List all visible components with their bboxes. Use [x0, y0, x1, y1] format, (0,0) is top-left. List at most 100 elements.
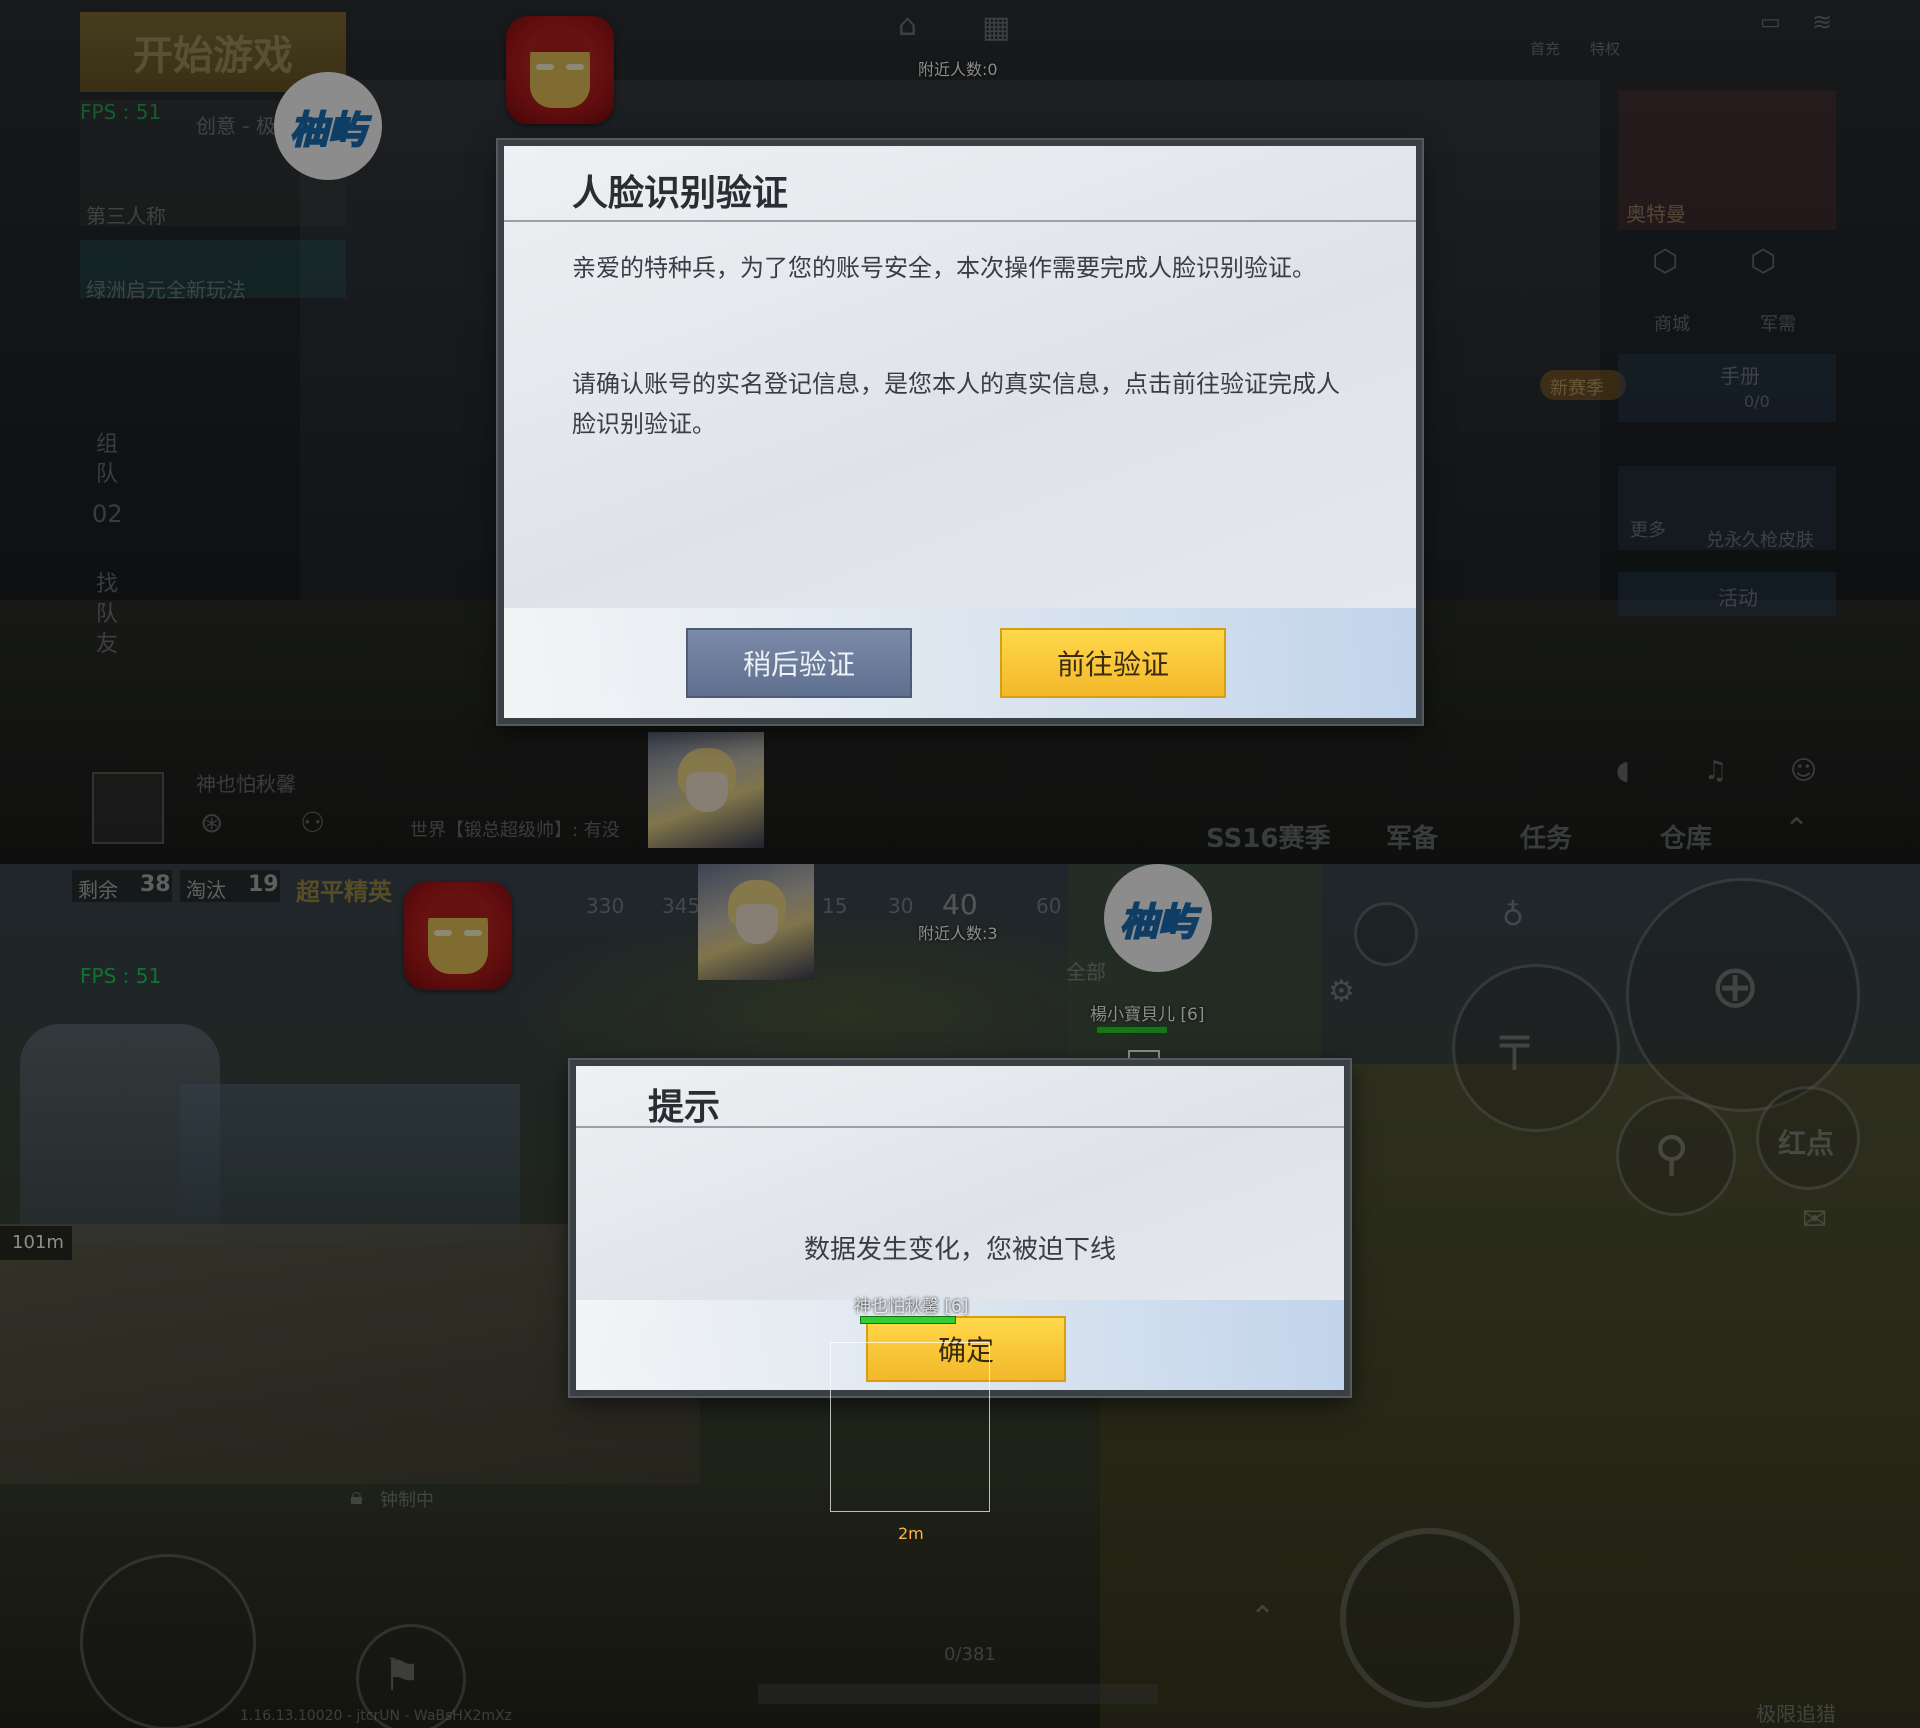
self-nametag: 神也怕秋馨 [6] [854, 1297, 969, 1317]
expand-up-icon-match[interactable]: ⌃ [1250, 1600, 1275, 1635]
aim-joystick[interactable] [1340, 1528, 1520, 1708]
map-pin-icon: ⚲ [1654, 1126, 1690, 1182]
teammate-health-bar [1096, 1026, 1168, 1034]
nearby-count: 附近人数:0 [918, 60, 998, 79]
movement-joystick[interactable] [80, 1554, 256, 1728]
skin-label: 兑永久枪皮肤 [1706, 530, 1814, 551]
military-supply-label[interactable]: 军需 [1760, 310, 1796, 336]
settings-gear-icon[interactable]: ⚙ [1328, 974, 1355, 1009]
social-icon[interactable]: ⊛ [200, 806, 223, 839]
military-supply-icon[interactable]: ⬡ [1750, 244, 1776, 279]
ironman-eye-left-match [434, 930, 452, 936]
compass-30: 30 [888, 894, 914, 918]
nav-season[interactable]: SS16赛季 [1206, 818, 1330, 855]
player-avatar[interactable] [92, 772, 164, 844]
title-divider [504, 220, 1416, 222]
ping-label: 极限追猎 [1756, 1702, 1836, 1726]
self-distance: 2m [898, 1524, 924, 1543]
locked-label: 钟制中 [380, 1490, 434, 1511]
left-distance: 101m [12, 1232, 64, 1253]
battery-icon: ▭ [1760, 10, 1781, 35]
headset-icon[interactable]: ☺ [1790, 756, 1817, 786]
dialog-paragraph-2: 请确认账号的实名登记信息，是您本人的真实信息，点击前往验证完成人脸识别验证。 [572, 370, 1340, 438]
shop-label[interactable]: 商城 [1654, 310, 1690, 336]
ironman-eye-left [536, 64, 554, 70]
rifle-icon: ╤ [1500, 1014, 1529, 1070]
anime-character-image-match [698, 864, 814, 980]
match-screen: 剩余 38 淘汰 19 超平精英 FPS : 51 330 345 15 30 … [0, 864, 1920, 1728]
team-label[interactable]: 组队 [96, 430, 120, 490]
nav-armory[interactable]: 军备 [1386, 818, 1438, 855]
face-verification-dialog: 人脸识别验证 亲爱的特种兵，为了您的账号安全，本次操作需要完成人脸识别验证。 请… [498, 140, 1422, 724]
nav-warehouse[interactable]: 仓库 [1660, 818, 1712, 855]
shop-icon[interactable]: ⬡ [1652, 244, 1678, 279]
home-icon[interactable]: ⌂ [898, 8, 917, 43]
event-label: 绿洲启元全新玩法 [86, 278, 246, 302]
compass-330: 330 [586, 894, 625, 918]
ammo-bar [758, 1684, 1158, 1704]
emote-button[interactable] [1354, 902, 1418, 966]
nav-missions[interactable]: 任务 [1520, 818, 1572, 855]
anime-face [686, 772, 728, 812]
nearby-count-match: 附近人数:3 [918, 924, 998, 943]
speaker-icon[interactable]: ◖ [1616, 756, 1630, 786]
wifi-icon: ≋ [1812, 8, 1833, 36]
compass-345: 345 [662, 894, 701, 918]
perspective-label: 第三人称 [86, 204, 166, 228]
expand-up-icon[interactable]: ⌃ [1784, 812, 1809, 847]
ammo-count: 0/381 [944, 1644, 996, 1665]
teammate-nametag: 楊小寶貝儿 [6] [1090, 1005, 1205, 1025]
remaining-label: 剩余 [78, 878, 118, 902]
team-code: 02 [92, 500, 123, 528]
grenade-icon[interactable]: ♁ [1502, 898, 1524, 933]
ironman-app-icon[interactable] [506, 16, 614, 124]
go-verify-button[interactable]: 前往验证 [1000, 628, 1226, 698]
eliminated-label: 淘汰 [186, 878, 226, 902]
top-nav-privilege[interactable]: 特权 [1590, 38, 1620, 59]
channel-badge-text: 柚屿 [289, 107, 367, 153]
activity-label: 活动 [1718, 586, 1758, 610]
find-team-label[interactable]: 找队友 [96, 570, 120, 660]
microphone-icon[interactable]: ♫ [1704, 756, 1727, 786]
channel-badge-match: 柚屿 [1104, 864, 1212, 972]
weapon-switch-button[interactable] [1452, 964, 1620, 1132]
dialog-title: 人脸识别验证 [572, 173, 789, 214]
dialog-footer [504, 608, 1416, 718]
remaining-count: 38 [140, 872, 171, 897]
manual-count: 0/0 [1744, 392, 1770, 411]
lobby-screen: 开始游戏 FPS : 51 创意 - 极 第三人称 绿洲启元全新玩法 柚屿 附近… [0, 0, 1920, 864]
version-text: 1.16.13.10020 - jtcrUN - WaBsHX2mXz [240, 1708, 512, 1724]
lock-icon: 🔒︎ [350, 1482, 363, 1510]
notice-dialog-title: 提示 [648, 1087, 721, 1128]
world-chat-text[interactable]: 世界【锻总超级帅】: 有没 [410, 816, 620, 842]
ironman-eye-right [566, 64, 584, 70]
sprint-icon: ⚑ [382, 1650, 422, 1701]
dialog-paragraph-1: 亲爱的特种兵，为了您的账号安全，本次操作需要完成人脸识别验证。 [572, 254, 1316, 282]
anime-face-match [736, 904, 778, 944]
ultraman-label: 奥特曼 [1626, 202, 1686, 226]
top-nav-first-recharge[interactable]: 首充 [1530, 38, 1560, 59]
chat-bubble-icon[interactable]: ✉ [1802, 1202, 1827, 1237]
more-label[interactable]: 更多 [1630, 516, 1666, 542]
notice-title-divider [576, 1126, 1344, 1128]
compass-heading: 40 [942, 888, 978, 921]
channel-badge-text-match: 柚屿 [1119, 899, 1197, 945]
ironman-app-icon-match[interactable] [404, 882, 512, 990]
mode-banner: 超平精英 [296, 878, 392, 906]
crosshair-icon: ⊕ [1710, 952, 1761, 1022]
mode-label: 创意 - 极 [196, 114, 276, 138]
verify-later-button[interactable]: 稍后验证 [686, 628, 912, 698]
red-dot-label: 红点 [1778, 1127, 1835, 1160]
minimap-all-label[interactable]: 全部 [1066, 956, 1106, 985]
calendar-icon[interactable]: ▦ [982, 10, 1010, 45]
friends-icon[interactable]: ⚇ [300, 806, 325, 839]
fps-counter-match: FPS : 51 [80, 964, 162, 988]
ironman-eye-right-match [464, 930, 482, 936]
player-name: 神也怕秋馨 [196, 772, 296, 796]
eliminated-count: 19 [248, 872, 279, 897]
self-marker-box [830, 1342, 990, 1512]
manual-label: 手册 [1720, 364, 1760, 388]
compass-15: 15 [822, 894, 848, 918]
start-game-label: 开始游戏 [133, 33, 293, 79]
compass-60: 60 [1036, 894, 1062, 918]
